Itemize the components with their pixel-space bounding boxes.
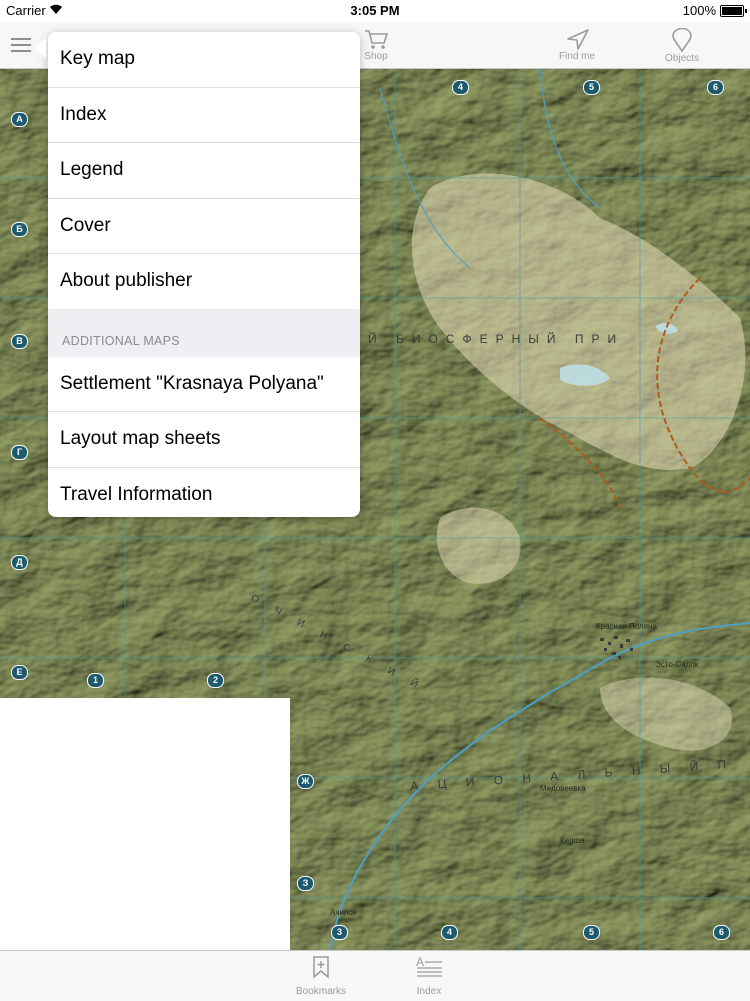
battery-icon	[720, 5, 747, 17]
place-name: Красная Поляна	[596, 622, 657, 631]
clock: 3:05 PM	[350, 3, 400, 18]
index-button[interactable]: A Index	[402, 955, 456, 997]
cart-icon	[365, 30, 389, 49]
location-arrow-icon	[567, 29, 589, 50]
menu-item-label: Travel Information	[60, 483, 213, 505]
menu-item-label: Layout map sheets	[60, 428, 221, 450]
bottom-toolbar: Bookmarks A Index	[0, 950, 750, 1001]
menu-item-cover[interactable]: Cover	[48, 199, 360, 254]
grid-row-marker: А	[11, 112, 28, 127]
section-header-additional-maps: ADDITIONAL MAPS	[48, 308, 360, 357]
grid-row-marker: Ж	[297, 774, 314, 789]
map-outside-area	[0, 698, 290, 950]
grid-row-marker: Г	[11, 445, 28, 460]
grid-col-marker: 6	[713, 925, 730, 940]
svg-text:A: A	[416, 955, 424, 969]
reserve-label: Й БИОСФЕРНЫЙ ПРИ	[368, 332, 625, 346]
battery-percent: 100%	[682, 3, 716, 18]
grid-row-marker: Д	[11, 555, 28, 570]
place-name: Эсто-Садок	[655, 660, 699, 669]
menu-item-label: Key map	[60, 48, 135, 70]
menu-item-label: Legend	[60, 159, 124, 181]
menu-item-travel-information[interactable]: Travel Information	[48, 468, 360, 518]
grid-row-marker: В	[11, 334, 28, 349]
grid-col-marker: 4	[452, 80, 469, 95]
grid-row-marker: З	[297, 876, 314, 891]
main-menu-popover: Key map Index Legend Cover About publish…	[48, 32, 360, 517]
menu-item-label: Cover	[60, 214, 111, 236]
bookmarks-button[interactable]: Bookmarks	[290, 955, 352, 997]
grid-col-marker: 5	[583, 80, 600, 95]
place-name: Ачипсе	[330, 908, 357, 917]
place-name: Медовеевка	[540, 784, 586, 793]
hamburger-icon-line	[11, 50, 31, 52]
find-me-label: Find me	[558, 51, 596, 62]
menu-item-layout-map-sheets[interactable]: Layout map sheets	[48, 412, 360, 468]
status-bar: Carrier 3:05 PM 100%	[0, 0, 750, 22]
menu-item-label: Settlement "Krasnaya Polyana"	[60, 372, 324, 394]
menu-item-label: About publisher	[60, 270, 193, 292]
find-me-button[interactable]: Find me	[547, 28, 607, 66]
grid-col-marker: 4	[441, 925, 458, 940]
grid-row-marker: Б	[11, 222, 28, 237]
index-label: Index	[416, 986, 442, 997]
menu-item-about-publisher[interactable]: About publisher	[48, 254, 360, 309]
hamburger-icon	[11, 38, 31, 40]
grid-col-marker: 2	[207, 673, 224, 688]
popover-arrow	[34, 38, 46, 58]
place-name: Кепша	[560, 836, 585, 845]
grid-col-marker: 5	[583, 925, 600, 940]
bookmarks-label: Bookmarks	[295, 986, 346, 997]
menu-item-label: Index	[60, 103, 107, 125]
grid-col-marker: 6	[707, 80, 724, 95]
menu-item-settlement[interactable]: Settlement "Krasnaya Polyana"	[48, 357, 360, 412]
menu-item-legend[interactable]: Legend	[48, 143, 360, 199]
objects-label: Objects	[665, 53, 699, 64]
grid-row-marker: Е	[11, 665, 28, 680]
map-pin-icon	[672, 28, 692, 52]
menu-item-key-map[interactable]: Key map	[48, 32, 360, 88]
menu-button[interactable]	[8, 32, 36, 58]
menu-item-index[interactable]: Index	[48, 88, 360, 143]
bookmark-icon	[313, 956, 329, 979]
grid-col-marker: 1	[87, 673, 104, 688]
hamburger-icon-line	[11, 44, 31, 46]
grid-col-marker: 3	[331, 925, 348, 940]
objects-button[interactable]: Objects	[652, 28, 712, 66]
index-list-icon: A	[416, 955, 442, 977]
